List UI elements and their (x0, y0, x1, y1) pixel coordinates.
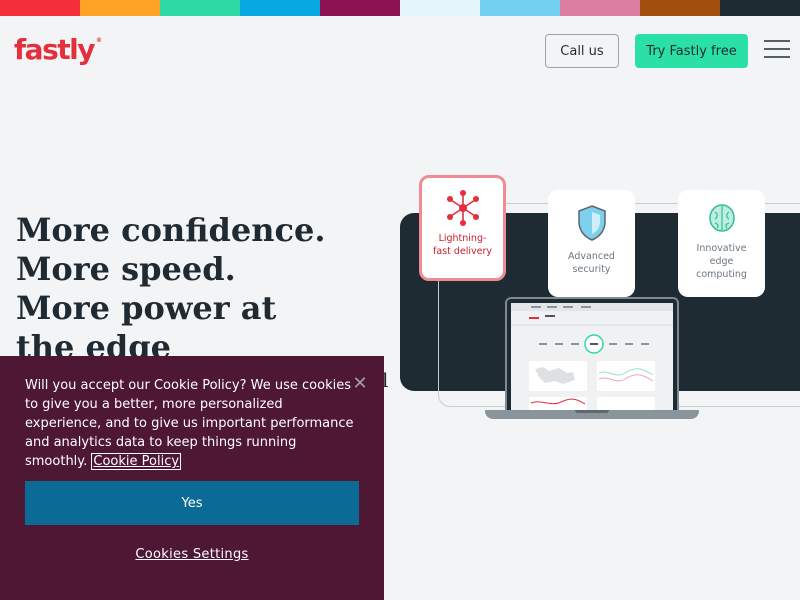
cookie-policy-link[interactable]: Cookie Policy (91, 453, 182, 470)
stripe-segment (160, 0, 240, 16)
stripe-segment (720, 0, 800, 16)
stripe-segment (0, 0, 80, 16)
hero-title: More confidence. More speed. More power … (16, 211, 326, 367)
laptop-illustration (505, 297, 679, 416)
logo-trademark: ® (95, 37, 102, 44)
stripe-segment (320, 0, 400, 16)
stripe-segment (400, 0, 480, 16)
cookies-settings-button[interactable]: Cookies Settings (25, 542, 359, 566)
hamburger-menu-icon[interactable] (764, 40, 790, 58)
feature-card-delivery: Lightning-fast delivery (419, 175, 506, 281)
network-icon (446, 190, 479, 226)
feature-card-label: Advanced security (568, 251, 615, 275)
site-header: fastly ® Call us Try Fastly free (0, 16, 800, 84)
stripe-segment (560, 0, 640, 16)
try-fastly-free-button[interactable]: Try Fastly free (635, 34, 748, 68)
dashboard-illustration (511, 303, 673, 412)
hero-title-line: More confidence. (16, 211, 326, 249)
stripe-segment (80, 0, 160, 16)
stripe-segment (640, 0, 720, 16)
accept-cookies-button[interactable]: Yes (25, 481, 359, 525)
cookie-banner: ✕ Will you accept our Cookie Policy? We … (0, 356, 384, 600)
cookie-text: Will you accept our Cookie Policy? We us… (25, 376, 360, 471)
laptop-base (485, 410, 699, 419)
shield-icon (577, 205, 606, 241)
hero-title-line: More power at (16, 289, 277, 327)
cookie-message: Will you accept our Cookie Policy? We us… (25, 378, 354, 469)
feature-card-label: Innovative edge computing (696, 243, 747, 280)
stripe-segment (480, 0, 560, 16)
hero-title-line: More speed. (16, 250, 236, 288)
stripe-segment (240, 0, 320, 16)
brand-color-stripe (0, 0, 800, 16)
feature-card-compute: Innovative edge computing (678, 190, 765, 297)
feature-card-security: Advanced security (548, 190, 635, 297)
brain-icon (708, 204, 735, 232)
feature-card-label: Lightning-fast delivery (432, 233, 492, 257)
call-us-button[interactable]: Call us (545, 34, 619, 68)
logo-text: fastly (14, 33, 95, 66)
fastly-logo[interactable]: fastly ® (14, 33, 102, 66)
